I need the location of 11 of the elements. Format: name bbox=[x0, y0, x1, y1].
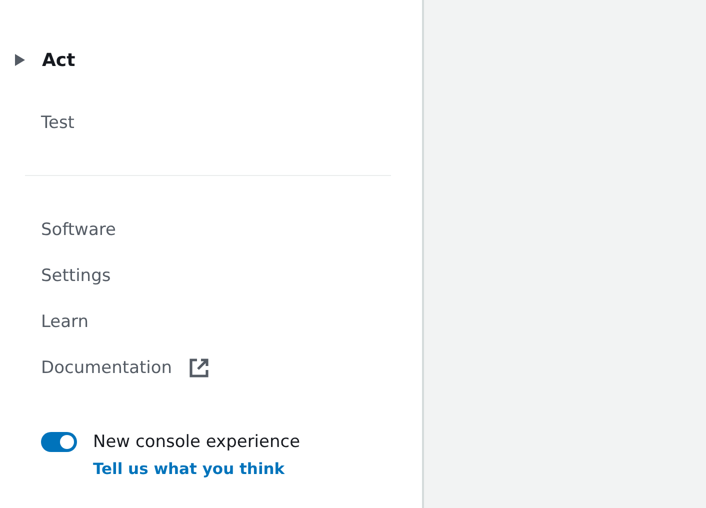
nav-link[interactable]: Settings bbox=[41, 266, 111, 286]
nav-group[interactable]: Act bbox=[42, 50, 76, 70]
toggle-switch[interactable] bbox=[41, 432, 77, 452]
nav-link[interactable]: Test bbox=[41, 113, 74, 133]
caret-icon[interactable] bbox=[15, 54, 25, 66]
feedback-link[interactable]: Tell us what you think bbox=[93, 460, 285, 478]
external-link-icon bbox=[189, 358, 210, 378]
nav-link[interactable]: Learn bbox=[41, 312, 89, 332]
nav-link[interactable]: Software bbox=[41, 220, 116, 240]
nav-link[interactable]: Documentation bbox=[41, 358, 172, 378]
toggle-label: New console experience bbox=[93, 432, 300, 452]
